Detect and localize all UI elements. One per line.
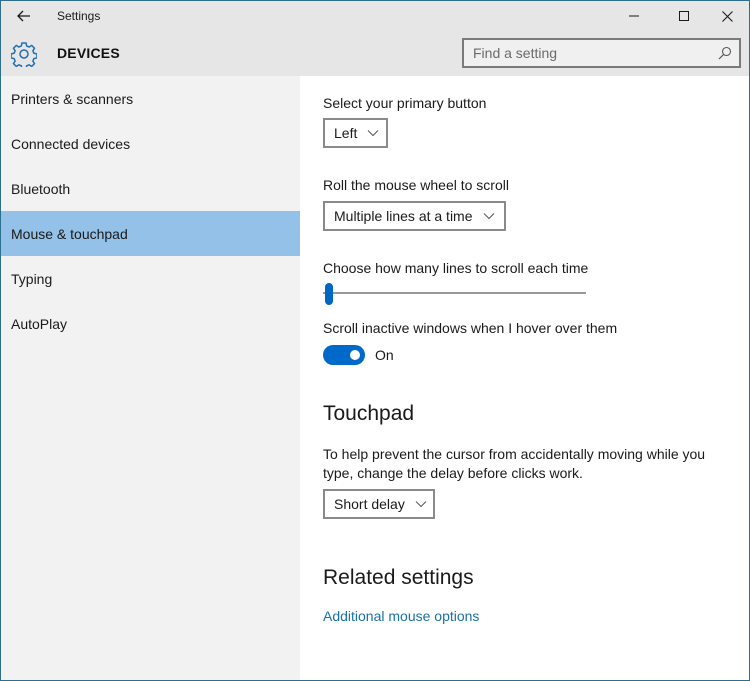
primary-button-label: Select your primary button <box>323 95 487 111</box>
touchpad-description: To help prevent the cursor from accident… <box>323 446 706 481</box>
search-icon[interactable] <box>718 46 732 60</box>
sidebar-item-connected-devices[interactable]: Connected devices <box>1 121 300 166</box>
chevron-down-icon <box>368 130 379 137</box>
sidebar-item-label: AutoPlay <box>11 315 68 332</box>
back-button[interactable] <box>7 1 41 31</box>
close-icon <box>721 10 733 22</box>
slider-thumb[interactable] <box>325 283 333 305</box>
additional-mouse-options-link[interactable]: Additional mouse options <box>323 608 479 624</box>
sidebar-item-typing[interactable]: Typing <box>1 256 300 301</box>
sidebar-item-label: Mouse & touchpad <box>11 225 128 242</box>
sidebar-item-autoplay[interactable]: AutoPlay <box>1 301 300 346</box>
related-settings-heading: Related settings <box>323 566 474 589</box>
arrow-left-icon <box>17 10 30 22</box>
minimize-button[interactable] <box>611 1 657 31</box>
wheel-scroll-label: Roll the mouse wheel to scroll <box>323 177 509 193</box>
sidebar: Printers & scanners Connected devices Bl… <box>1 76 300 680</box>
gear-icon <box>11 42 37 67</box>
sidebar-item-label: Bluetooth <box>11 180 71 197</box>
slider-track <box>323 292 586 294</box>
primary-button-value: Left <box>334 125 358 141</box>
touchpad-delay-dropdown[interactable]: Short delay <box>323 489 435 519</box>
chevron-down-icon <box>483 213 494 220</box>
wheel-scroll-dropdown[interactable]: Multiple lines at a time <box>323 201 506 231</box>
title-bar: Settings <box>1 1 749 31</box>
scroll-lines-slider[interactable] <box>323 281 586 305</box>
scroll-lines-label: Choose how many lines to scroll each tim… <box>323 260 589 276</box>
search-input[interactable] <box>464 40 739 66</box>
sidebar-item-label: Connected devices <box>11 135 131 152</box>
app-title: Settings <box>57 9 101 23</box>
section-title: DEVICES <box>57 45 120 61</box>
maximize-button[interactable] <box>661 1 707 31</box>
main-content: Select your primary button Left Roll the… <box>300 76 749 680</box>
search-box[interactable] <box>462 38 741 68</box>
close-button[interactable] <box>704 1 749 31</box>
touchpad-heading: Touchpad <box>323 402 415 425</box>
inactive-scroll-label: Scroll inactive windows when I hover ove… <box>323 320 618 336</box>
page-header: DEVICES <box>1 31 749 76</box>
sidebar-item-mouse-touchpad[interactable]: Mouse & touchpad <box>1 211 300 256</box>
primary-button-dropdown[interactable]: Left <box>323 118 388 148</box>
toggle-state-text: On <box>375 347 394 363</box>
toggle-knob <box>350 350 360 360</box>
wheel-scroll-value: Multiple lines at a time <box>334 208 473 224</box>
settings-window: Settings DEVICES Printers & scanners <box>0 0 750 681</box>
touchpad-delay-value: Short delay <box>334 496 405 512</box>
inactive-scroll-toggle[interactable] <box>323 345 365 365</box>
sidebar-item-printers-scanners[interactable]: Printers & scanners <box>1 76 300 121</box>
sidebar-item-bluetooth[interactable]: Bluetooth <box>1 166 300 211</box>
sidebar-item-label: Typing <box>11 270 53 287</box>
maximize-icon <box>679 11 689 21</box>
minimize-icon <box>629 15 639 17</box>
sidebar-item-label: Printers & scanners <box>11 90 134 107</box>
chevron-down-icon <box>415 501 427 508</box>
